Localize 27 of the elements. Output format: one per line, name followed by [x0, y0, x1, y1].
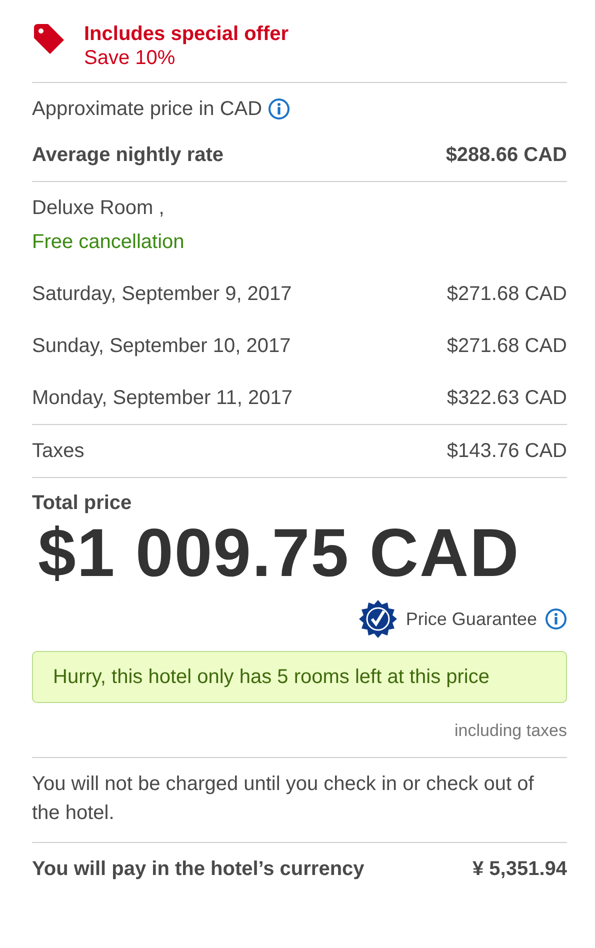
night-price: $271.68 CAD	[446, 334, 567, 358]
offer-discount: Save 10%	[84, 46, 176, 70]
offer-title: Includes special offer	[84, 22, 289, 46]
approx-price-label: Approximate price in CAD	[32, 97, 262, 121]
tag-icon	[32, 22, 66, 56]
night-price: $322.63 CAD	[446, 386, 567, 410]
info-icon[interactable]	[268, 98, 290, 120]
average-rate-value: $288.66 CAD	[446, 143, 567, 167]
room-name: Deluxe Room ,	[32, 196, 164, 220]
total-price: $1 009.75 CAD	[38, 515, 521, 591]
price-guarantee-label: Price Guarantee	[406, 608, 537, 630]
hotel-currency-label: You will pay in the hotel’s currency	[32, 857, 364, 881]
badge-check-icon	[358, 599, 398, 639]
night-date: Sunday, September 10, 2017	[32, 334, 291, 358]
cancellation-label: Free cancellation	[32, 230, 184, 254]
charge-note: You will not be charged until you check in or check out of the hotel.	[32, 772, 535, 826]
night-price: $271.68 CAD	[446, 282, 567, 306]
taxes-label: Taxes	[32, 439, 84, 463]
night-date: Saturday, September 9, 2017	[32, 282, 292, 306]
total-label: Total price	[32, 492, 133, 515]
hotel-currency-value: ¥ 5,351.94	[472, 857, 567, 881]
average-rate-label: Average nightly rate	[32, 143, 224, 167]
availability-alert: Hurry, this hotel only has 5 rooms left at this price	[32, 651, 567, 703]
taxes-value: $143.76 CAD	[446, 439, 567, 463]
night-date: Monday, September 11, 2017	[32, 386, 293, 410]
info-icon[interactable]	[545, 608, 567, 630]
tax-note: including taxes	[454, 721, 567, 742]
